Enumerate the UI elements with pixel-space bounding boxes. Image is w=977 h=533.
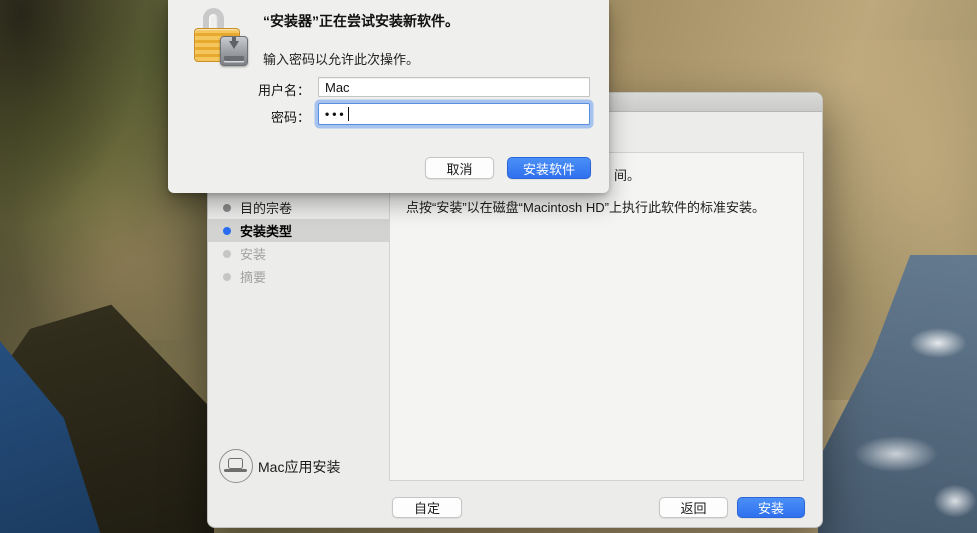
auth-dialog: “安装器”正在尝试安装新软件。 输入密码以允许此次操作。 用户名： 密码： ••… xyxy=(168,0,609,193)
step-installation-type: 安装类型 xyxy=(208,219,389,242)
lock-icon xyxy=(190,8,250,72)
laptop-screen-glyph xyxy=(228,458,243,469)
step-label: 目的宗卷 xyxy=(240,201,293,216)
step-installation: 安装 xyxy=(208,242,389,265)
auth-dialog-title: “安装器”正在尝试安装新软件。 xyxy=(263,13,459,29)
tray-glyph xyxy=(224,56,244,61)
install-button[interactable]: 安装 xyxy=(737,497,805,518)
password-masked-dots: ••• xyxy=(325,107,347,121)
package-source-label: Mac应用安装 xyxy=(258,459,341,475)
laptop-base-glyph xyxy=(224,469,247,472)
cancel-button[interactable]: 取消 xyxy=(425,157,494,179)
customize-button[interactable]: 自定 xyxy=(392,497,462,518)
step-summary: 摘要 xyxy=(208,265,389,288)
step-bullet-icon xyxy=(223,272,231,281)
text-cursor xyxy=(347,107,350,121)
installer-badge-icon xyxy=(220,36,248,66)
username-label: 用户名： xyxy=(257,83,310,98)
step-bullet-icon xyxy=(223,249,231,258)
password-label: 密码： xyxy=(270,110,310,125)
laptop-icon xyxy=(219,449,253,483)
install-software-button[interactable]: 安装软件 xyxy=(507,157,591,179)
auth-dialog-subtitle: 输入密码以允许此次操作。 xyxy=(263,52,420,67)
step-label: 安装类型 xyxy=(240,224,293,239)
password-field[interactable]: ••• xyxy=(318,103,590,125)
desktop: 目的宗卷 安装类型 安装 摘要 间。 点按“安装”以在磁盘“Macintosh … xyxy=(0,0,977,533)
back-button[interactable]: 返回 xyxy=(659,497,728,518)
wallpaper-foam xyxy=(925,478,977,524)
wallpaper-foam xyxy=(836,428,956,480)
standard-install-instruction: 点按“安装”以在磁盘“Macintosh HD”上执行此软件的标准安装。 xyxy=(406,200,765,215)
down-arrow-icon xyxy=(229,41,239,49)
install-type-pane: 间。 点按“安装”以在磁盘“Macintosh HD”上执行此软件的标准安装。 xyxy=(389,152,804,481)
step-destination-select: 目的宗卷 xyxy=(208,196,389,219)
step-bullet-icon xyxy=(223,226,231,235)
disk-space-line-fragment: 间。 xyxy=(614,168,641,183)
wallpaper-foam xyxy=(898,322,977,364)
step-label: 安装 xyxy=(240,247,267,262)
installer-steps-sidebar: 目的宗卷 安装类型 安装 摘要 xyxy=(208,196,389,288)
step-label: 摘要 xyxy=(240,270,267,285)
step-bullet-icon xyxy=(223,203,231,212)
username-field[interactable] xyxy=(318,77,590,97)
